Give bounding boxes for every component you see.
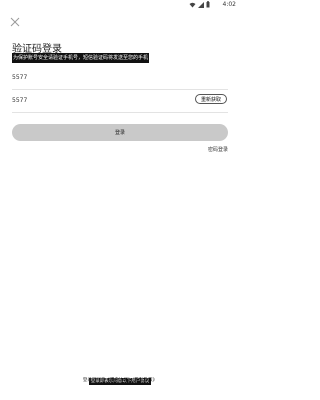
status-bar: 4:02 [0, 0, 240, 10]
close-icon [10, 17, 20, 27]
battery-icon [206, 1, 210, 8]
status-icons [189, 1, 210, 8]
agreement-prefix: 登录即同意 [82, 378, 106, 383]
status-time: 4:02 [222, 1, 236, 8]
password-login-link[interactable]: 密码登录 [208, 146, 228, 153]
login-button[interactable]: 登录 [12, 124, 228, 141]
verification-code-input[interactable] [12, 93, 182, 107]
get-code-button[interactable]: 重新获取 [194, 94, 227, 104]
user-agreement-link[interactable]: 《用户协议》 [105, 378, 132, 383]
code-field-row: 重新获取 [12, 90, 228, 113]
wifi-icon [189, 2, 196, 7]
signal-icon [198, 1, 204, 8]
page-subtitle: 为保护账号安全请验证手机号，短信验证码将发送至您的手机 [12, 53, 150, 63]
agreement-links: 登录即同意《用户协议》《隐私政策》 [0, 377, 240, 384]
privacy-policy-link[interactable]: 《隐私政策》 [132, 378, 157, 383]
phone-input[interactable] [12, 70, 182, 84]
close-button[interactable] [9, 13, 21, 27]
phone-field-row [12, 67, 228, 90]
